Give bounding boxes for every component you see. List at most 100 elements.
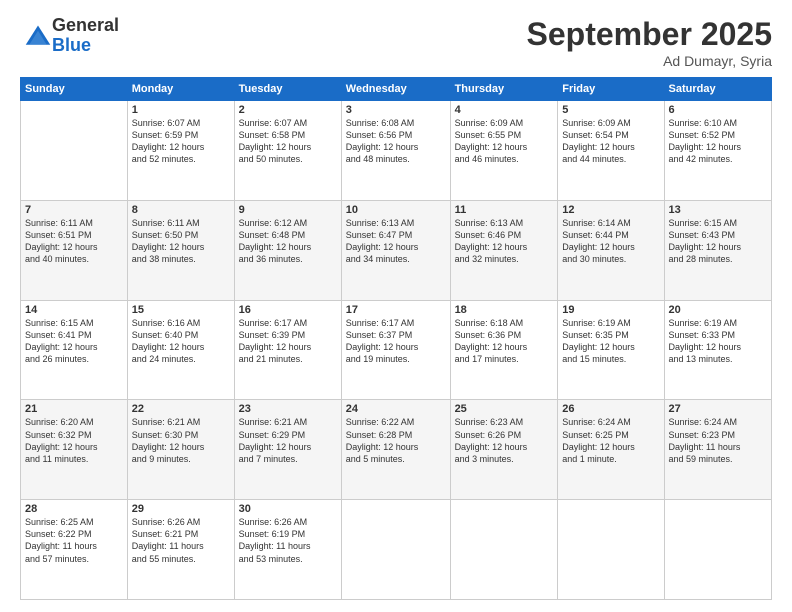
day-number: 18 [455, 304, 554, 316]
day-number: 3 [346, 104, 446, 116]
day-info: Sunrise: 6:07 AM Sunset: 6:58 PM Dayligh… [239, 117, 337, 166]
calendar-cell-1-1: 8Sunrise: 6:11 AM Sunset: 6:50 PM Daylig… [127, 200, 234, 300]
calendar-cell-3-0: 21Sunrise: 6:20 AM Sunset: 6:32 PM Dayli… [21, 400, 128, 500]
col-saturday: Saturday [664, 78, 771, 101]
day-number: 4 [455, 104, 554, 116]
calendar-cell-0-1: 1Sunrise: 6:07 AM Sunset: 6:59 PM Daylig… [127, 101, 234, 201]
col-friday: Friday [558, 78, 664, 101]
calendar-table: Sunday Monday Tuesday Wednesday Thursday… [20, 77, 772, 600]
logo-blue-text: Blue [52, 36, 119, 56]
calendar-week-5: 28Sunrise: 6:25 AM Sunset: 6:22 PM Dayli… [21, 500, 772, 600]
day-info: Sunrise: 6:13 AM Sunset: 6:46 PM Dayligh… [455, 217, 554, 266]
logo-text: General Blue [52, 16, 119, 56]
calendar-cell-4-4 [450, 500, 558, 600]
day-number: 21 [25, 403, 123, 415]
title-block: September 2025 Ad Dumayr, Syria [527, 16, 772, 69]
calendar-cell-2-4: 18Sunrise: 6:18 AM Sunset: 6:36 PM Dayli… [450, 300, 558, 400]
day-number: 27 [669, 403, 767, 415]
calendar-cell-4-0: 28Sunrise: 6:25 AM Sunset: 6:22 PM Dayli… [21, 500, 128, 600]
calendar-cell-3-4: 25Sunrise: 6:23 AM Sunset: 6:26 PM Dayli… [450, 400, 558, 500]
col-thursday: Thursday [450, 78, 558, 101]
calendar-cell-4-6 [664, 500, 771, 600]
day-number: 22 [132, 403, 230, 415]
logo: General Blue [20, 16, 119, 56]
day-number: 11 [455, 204, 554, 216]
day-info: Sunrise: 6:13 AM Sunset: 6:47 PM Dayligh… [346, 217, 446, 266]
page: General Blue September 2025 Ad Dumayr, S… [0, 0, 792, 612]
calendar-cell-0-0 [21, 101, 128, 201]
day-number: 5 [562, 104, 659, 116]
day-number: 8 [132, 204, 230, 216]
calendar-cell-2-0: 14Sunrise: 6:15 AM Sunset: 6:41 PM Dayli… [21, 300, 128, 400]
calendar-cell-2-2: 16Sunrise: 6:17 AM Sunset: 6:39 PM Dayli… [234, 300, 341, 400]
col-wednesday: Wednesday [341, 78, 450, 101]
calendar-week-1: 1Sunrise: 6:07 AM Sunset: 6:59 PM Daylig… [21, 101, 772, 201]
day-info: Sunrise: 6:15 AM Sunset: 6:43 PM Dayligh… [669, 217, 767, 266]
calendar-cell-3-2: 23Sunrise: 6:21 AM Sunset: 6:29 PM Dayli… [234, 400, 341, 500]
day-info: Sunrise: 6:17 AM Sunset: 6:39 PM Dayligh… [239, 317, 337, 366]
calendar-cell-2-1: 15Sunrise: 6:16 AM Sunset: 6:40 PM Dayli… [127, 300, 234, 400]
day-number: 12 [562, 204, 659, 216]
day-info: Sunrise: 6:12 AM Sunset: 6:48 PM Dayligh… [239, 217, 337, 266]
day-info: Sunrise: 6:14 AM Sunset: 6:44 PM Dayligh… [562, 217, 659, 266]
day-info: Sunrise: 6:09 AM Sunset: 6:55 PM Dayligh… [455, 117, 554, 166]
calendar-cell-4-2: 30Sunrise: 6:26 AM Sunset: 6:19 PM Dayli… [234, 500, 341, 600]
day-number: 16 [239, 304, 337, 316]
day-number: 14 [25, 304, 123, 316]
calendar-week-4: 21Sunrise: 6:20 AM Sunset: 6:32 PM Dayli… [21, 400, 772, 500]
day-info: Sunrise: 6:18 AM Sunset: 6:36 PM Dayligh… [455, 317, 554, 366]
day-info: Sunrise: 6:16 AM Sunset: 6:40 PM Dayligh… [132, 317, 230, 366]
calendar-week-3: 14Sunrise: 6:15 AM Sunset: 6:41 PM Dayli… [21, 300, 772, 400]
day-info: Sunrise: 6:19 AM Sunset: 6:35 PM Dayligh… [562, 317, 659, 366]
logo-icon [24, 22, 52, 50]
day-info: Sunrise: 6:23 AM Sunset: 6:26 PM Dayligh… [455, 416, 554, 465]
day-info: Sunrise: 6:10 AM Sunset: 6:52 PM Dayligh… [669, 117, 767, 166]
day-number: 25 [455, 403, 554, 415]
day-info: Sunrise: 6:11 AM Sunset: 6:50 PM Dayligh… [132, 217, 230, 266]
day-info: Sunrise: 6:20 AM Sunset: 6:32 PM Dayligh… [25, 416, 123, 465]
col-tuesday: Tuesday [234, 78, 341, 101]
day-number: 1 [132, 104, 230, 116]
day-number: 20 [669, 304, 767, 316]
day-info: Sunrise: 6:24 AM Sunset: 6:25 PM Dayligh… [562, 416, 659, 465]
day-number: 23 [239, 403, 337, 415]
day-number: 13 [669, 204, 767, 216]
calendar-cell-2-5: 19Sunrise: 6:19 AM Sunset: 6:35 PM Dayli… [558, 300, 664, 400]
calendar-header-row: Sunday Monday Tuesday Wednesday Thursday… [21, 78, 772, 101]
day-info: Sunrise: 6:08 AM Sunset: 6:56 PM Dayligh… [346, 117, 446, 166]
calendar-cell-3-3: 24Sunrise: 6:22 AM Sunset: 6:28 PM Dayli… [341, 400, 450, 500]
day-info: Sunrise: 6:15 AM Sunset: 6:41 PM Dayligh… [25, 317, 123, 366]
day-info: Sunrise: 6:11 AM Sunset: 6:51 PM Dayligh… [25, 217, 123, 266]
calendar-cell-2-3: 17Sunrise: 6:17 AM Sunset: 6:37 PM Dayli… [341, 300, 450, 400]
calendar-cell-1-6: 13Sunrise: 6:15 AM Sunset: 6:43 PM Dayli… [664, 200, 771, 300]
calendar-cell-0-2: 2Sunrise: 6:07 AM Sunset: 6:58 PM Daylig… [234, 101, 341, 201]
col-sunday: Sunday [21, 78, 128, 101]
calendar-cell-0-5: 5Sunrise: 6:09 AM Sunset: 6:54 PM Daylig… [558, 101, 664, 201]
day-number: 9 [239, 204, 337, 216]
day-number: 2 [239, 104, 337, 116]
day-info: Sunrise: 6:26 AM Sunset: 6:21 PM Dayligh… [132, 516, 230, 565]
day-number: 28 [25, 503, 123, 515]
day-number: 19 [562, 304, 659, 316]
day-number: 29 [132, 503, 230, 515]
day-number: 10 [346, 204, 446, 216]
calendar-cell-3-6: 27Sunrise: 6:24 AM Sunset: 6:23 PM Dayli… [664, 400, 771, 500]
day-number: 15 [132, 304, 230, 316]
day-number: 26 [562, 403, 659, 415]
day-info: Sunrise: 6:17 AM Sunset: 6:37 PM Dayligh… [346, 317, 446, 366]
day-info: Sunrise: 6:26 AM Sunset: 6:19 PM Dayligh… [239, 516, 337, 565]
calendar-cell-1-5: 12Sunrise: 6:14 AM Sunset: 6:44 PM Dayli… [558, 200, 664, 300]
day-info: Sunrise: 6:07 AM Sunset: 6:59 PM Dayligh… [132, 117, 230, 166]
calendar-cell-3-5: 26Sunrise: 6:24 AM Sunset: 6:25 PM Dayli… [558, 400, 664, 500]
day-info: Sunrise: 6:21 AM Sunset: 6:29 PM Dayligh… [239, 416, 337, 465]
day-info: Sunrise: 6:21 AM Sunset: 6:30 PM Dayligh… [132, 416, 230, 465]
calendar-cell-4-1: 29Sunrise: 6:26 AM Sunset: 6:21 PM Dayli… [127, 500, 234, 600]
day-number: 24 [346, 403, 446, 415]
day-number: 30 [239, 503, 337, 515]
calendar-week-2: 7Sunrise: 6:11 AM Sunset: 6:51 PM Daylig… [21, 200, 772, 300]
calendar-cell-4-5 [558, 500, 664, 600]
calendar-cell-0-4: 4Sunrise: 6:09 AM Sunset: 6:55 PM Daylig… [450, 101, 558, 201]
day-info: Sunrise: 6:09 AM Sunset: 6:54 PM Dayligh… [562, 117, 659, 166]
month-title: September 2025 [527, 16, 772, 53]
header: General Blue September 2025 Ad Dumayr, S… [20, 16, 772, 69]
